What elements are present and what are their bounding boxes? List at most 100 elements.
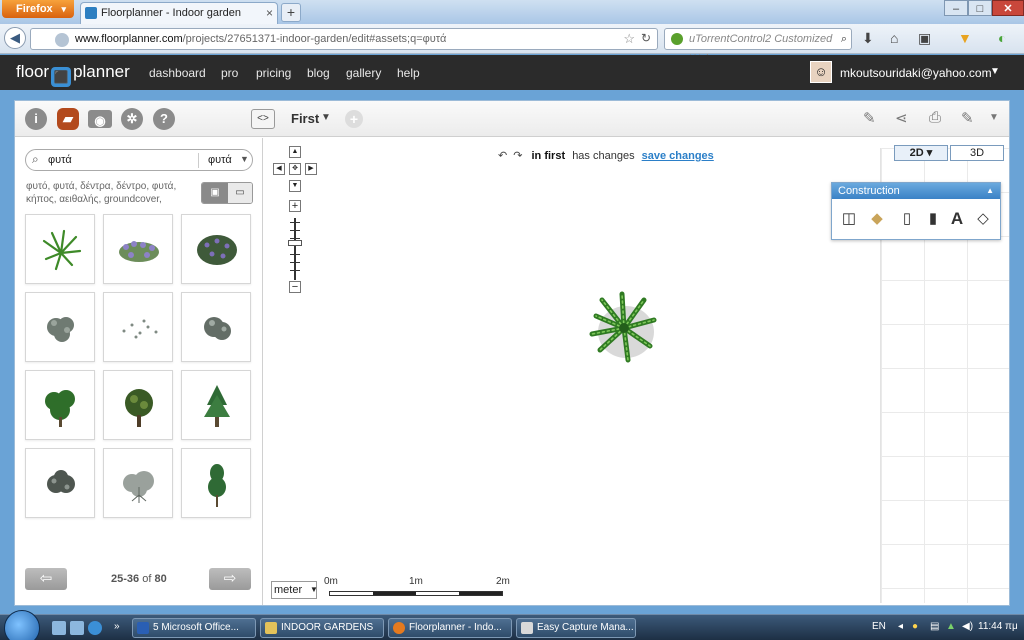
back-arrow-icon[interactable]: ◀	[4, 27, 26, 49]
zoom-in-icon[interactable]: +	[289, 200, 301, 212]
taskbar-item-folder[interactable]: INDOOR GARDENS	[260, 618, 384, 638]
view-2d-button[interactable]: 2D ▾	[894, 145, 948, 161]
user-menu-chevron-down-icon[interactable]: ▼	[990, 66, 1000, 77]
furniture-library-icon[interactable]: ▰	[57, 108, 79, 130]
tray-volume-icon[interactable]: ◀)	[962, 621, 973, 632]
bookmark-star-icon[interactable]: ☆	[623, 31, 635, 47]
help-icon[interactable]: ?	[153, 108, 175, 130]
zoom-out-icon[interactable]: −	[289, 281, 301, 293]
url-bar[interactable]: www.floorplanner.com/projects/27651371-i…	[30, 28, 658, 50]
pan-up-icon[interactable]: ▲	[289, 146, 301, 158]
settings-chevron-down-icon[interactable]: ▼	[989, 112, 999, 123]
flat-view-icon[interactable]: ▭	[228, 183, 252, 203]
export-icon[interactable]: ✎	[863, 109, 876, 127]
floorplan-canvas[interactable]: ↶ ↷ in first has changes save changes ▲ ◀…	[264, 138, 1009, 605]
addon-toolbar-icon[interactable]: ▣	[918, 30, 931, 47]
pan-right-icon[interactable]: ▶	[305, 163, 317, 175]
show-desktop-icon[interactable]	[52, 621, 66, 635]
asset-tile[interactable]	[103, 448, 173, 518]
tray-app-icon[interactable]: ●	[912, 621, 918, 632]
units-chevron-down-icon[interactable]: ▼	[310, 582, 318, 598]
extension-v-icon[interactable]: ▼	[958, 30, 972, 46]
home-icon[interactable]: ⌂	[890, 30, 898, 46]
placed-plant-icon[interactable]	[586, 290, 662, 366]
firefox-menu-button[interactable]: Firefox	[2, 0, 74, 18]
language-indicator[interactable]: EN	[872, 621, 886, 632]
floor-selector[interactable]: First	[291, 111, 319, 126]
share-icon[interactable]: ⋖	[895, 109, 908, 127]
redo-icon[interactable]: ↷	[513, 150, 522, 162]
menu-dashboard[interactable]: dashboard	[149, 66, 206, 80]
asset-tile[interactable]	[181, 214, 251, 284]
asset-tile[interactable]	[181, 370, 251, 440]
menu-pro[interactable]: pro	[221, 66, 238, 80]
pan-center-icon[interactable]: ✥	[289, 163, 301, 175]
wrench-icon[interactable]: ✎	[961, 109, 974, 127]
asset-tile[interactable]	[103, 370, 173, 440]
paint-settings-icon[interactable]: ✲	[121, 108, 143, 130]
tray-clock[interactable]: 11:44 πμ	[978, 621, 1018, 632]
download-arrow-icon[interactable]: ⬇	[862, 30, 874, 47]
window-tool-icon[interactable]: ▮	[920, 207, 946, 231]
text-tool-icon[interactable]: A	[944, 207, 970, 231]
reload-icon[interactable]: ↻	[641, 31, 651, 45]
asset-tile[interactable]	[25, 448, 95, 518]
tray-power-icon[interactable]: ▲	[946, 621, 956, 632]
previous-page-button[interactable]: ⇦	[25, 568, 67, 590]
tab-close-icon[interactable]: ×	[266, 3, 273, 23]
menu-gallery[interactable]: gallery	[346, 66, 381, 80]
dimension-tool-icon[interactable]: ◇	[970, 207, 996, 231]
pan-left-icon[interactable]: ◀	[273, 163, 285, 175]
asset-tile[interactable]	[25, 292, 95, 362]
new-tab-button[interactable]: +	[281, 3, 301, 22]
taskbar-item-office[interactable]: 5 Microsoft Office...	[132, 618, 256, 638]
user-email[interactable]: mkoutsouridaki@yahoo.com	[840, 66, 992, 80]
internet-explorer-icon[interactable]	[88, 621, 102, 635]
door-tool-icon[interactable]: ▯	[894, 207, 920, 231]
units-select[interactable]: meter ▼	[271, 581, 318, 599]
floor-surface-tool-icon[interactable]: ◆	[864, 207, 890, 231]
collapse-chevron-up-icon[interactable]: ▲	[986, 183, 994, 199]
menu-help[interactable]: help	[397, 66, 420, 80]
cube-view-icon[interactable]: ▣	[202, 183, 228, 203]
add-floor-button[interactable]: +	[345, 110, 363, 128]
asset-tile[interactable]	[181, 292, 251, 362]
quicklaunch-app-icon[interactable]	[70, 621, 84, 635]
asset-tags[interactable]: φυτό, φυτά, δέντρα, δέντρο, φυτά, κήπος,…	[26, 180, 196, 206]
site-identity-icon[interactable]	[55, 33, 69, 47]
construction-header[interactable]: Construction ▲	[832, 183, 1000, 199]
tray-network-icon[interactable]: ▤	[930, 621, 939, 632]
quicklaunch-overflow-icon[interactable]: »	[114, 621, 120, 632]
asset-search-input[interactable]: ⌕ φυτά φυτά ▼	[25, 149, 253, 171]
undo-icon[interactable]: ↶	[498, 150, 507, 162]
save-changes-link[interactable]: save changes	[642, 150, 714, 162]
category-chevron-down-icon[interactable]: ▼	[240, 154, 249, 164]
tray-expand-icon[interactable]: ◂	[898, 621, 903, 632]
asset-tile[interactable]	[25, 214, 95, 284]
asset-category-select[interactable]: φυτά	[208, 154, 232, 166]
floorplanner-logo[interactable]: floor ⬛ planner	[16, 62, 130, 87]
window-close-button[interactable]: ✕	[992, 0, 1024, 16]
asset-tile[interactable]	[25, 370, 95, 440]
search-icon[interactable]: ⌕	[841, 29, 847, 49]
taskbar-item-easy-capture[interactable]: Easy Capture Mana...	[516, 618, 636, 638]
wall-tool-icon[interactable]: ◫	[836, 207, 862, 231]
pan-down-icon[interactable]: ▼	[289, 180, 301, 192]
browser-tab-active[interactable]: Floorplanner - Indoor garden ×	[80, 2, 278, 24]
print-icon[interactable]: ⎙	[929, 109, 941, 126]
info-icon[interactable]: i	[25, 108, 47, 130]
next-page-button[interactable]: ⇨	[209, 568, 251, 590]
search-input[interactable]: uTorrentControl2 Customized Web ⌕	[664, 28, 852, 65]
menu-pricing[interactable]: pricing	[256, 66, 291, 80]
asset-tile[interactable]	[103, 214, 173, 284]
extension-sync-icon[interactable]: ◐	[998, 30, 1006, 46]
search-engine-icon[interactable]	[671, 33, 683, 45]
avatar[interactable]: ☺	[810, 61, 832, 83]
asset-tile[interactable]	[181, 448, 251, 518]
menu-blog[interactable]: blog	[307, 66, 330, 80]
window-minimize-button[interactable]: –	[944, 0, 968, 16]
floor-chevron-down-icon[interactable]: ▼	[321, 112, 331, 123]
photo-camera-icon[interactable]: ◉	[88, 110, 112, 128]
zoom-slider-handle[interactable]	[288, 240, 302, 246]
view-3d-button[interactable]: 3D	[950, 145, 1004, 161]
